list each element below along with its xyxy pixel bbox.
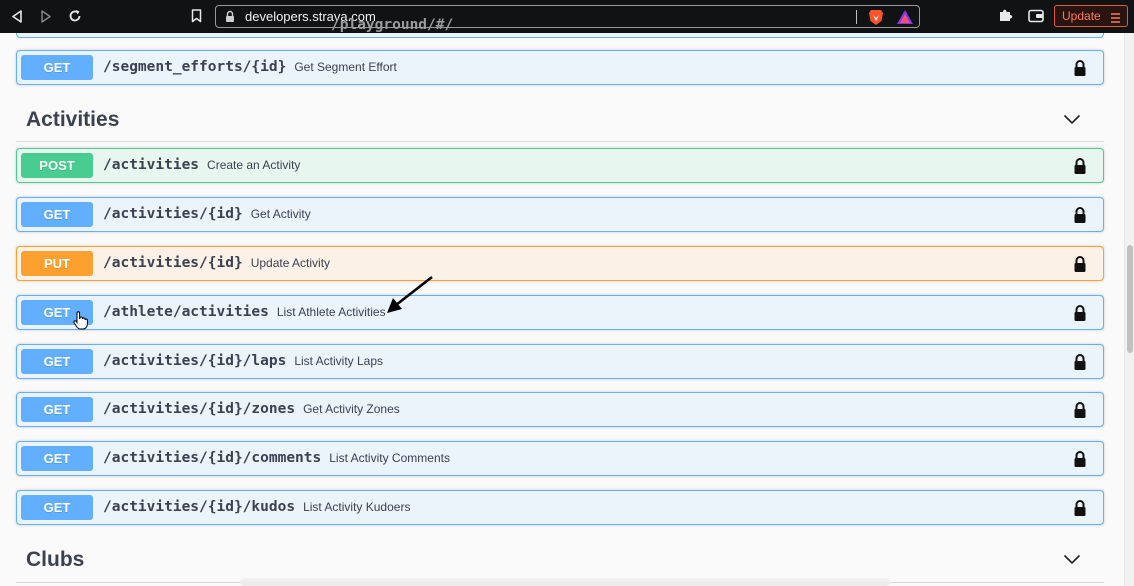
brave-shield-icon[interactable] [868, 9, 884, 31]
lock-icon[interactable] [1073, 304, 1087, 327]
lock-icon[interactable] [1073, 450, 1087, 473]
operation-put-activity[interactable]: PUT /activities/{id} Update Activity [16, 246, 1104, 281]
path-text: /activities/{id} [103, 255, 243, 271]
operation-get-activity-laps[interactable]: GET /activities/{id}/laps List Activity L… [16, 344, 1104, 379]
extensions-puzzle-icon[interactable] [998, 8, 1013, 28]
menu-icon[interactable] [1110, 10, 1121, 30]
operation-path: /athlete/activities List Athlete Activiti… [103, 296, 386, 329]
method-badge: PUT [21, 251, 93, 276]
method-badge: POST [21, 153, 93, 178]
previous-operation-bottom [16, 33, 1104, 38]
update-label: Update [1062, 9, 1101, 23]
operation-get-activity[interactable]: GET /activities/{id} Get Activity [16, 197, 1104, 232]
path-text: /athlete/activities [103, 304, 269, 320]
operation-summary: List Athlete Activities [276, 305, 386, 319]
operation-path: /activities/{id}/comments List Activity C… [103, 442, 450, 475]
reload-icon[interactable] [66, 7, 84, 25]
section-title-activities[interactable]: Activities [26, 108, 119, 132]
address-bar[interactable]: developers.strava.com/playground/#/ [215, 5, 920, 33]
method-badge: GET [21, 202, 93, 227]
operation-summary: Get Segment Effort [294, 60, 397, 74]
operation-get-activity-comments[interactable]: GET /activities/{id}/comments List Activi… [16, 441, 1104, 476]
wallet-icon[interactable] [1028, 9, 1044, 28]
scrollbar-thumb[interactable] [1127, 245, 1133, 353]
operation-path: /activities/{id}/kudos List Activity Kudo… [103, 491, 410, 524]
path-text: /activities/{id} [103, 206, 243, 222]
method-badge: GET [21, 55, 93, 80]
path-text: /activities/{id}/zones [103, 401, 296, 417]
chevron-down-icon[interactable] [1063, 112, 1081, 130]
operation-path: /activities/{id}/zones Get Activity Zones [103, 393, 400, 426]
lock-icon[interactable] [1073, 353, 1087, 376]
operation-path: /activities/{id} Get Activity [103, 198, 311, 231]
operation-get-athlete-activities[interactable]: GET /athlete/activities List Athlete Acti… [16, 295, 1104, 330]
bookmark-icon[interactable] [188, 7, 204, 25]
operation-summary: Get Activity Zones [303, 402, 400, 416]
secure-lock-icon [225, 10, 235, 28]
operation-summary: Get Activity [250, 207, 311, 221]
path-text: /activities [103, 157, 200, 173]
operation-get-activity-zones[interactable]: GET /activities/{id}/zones Get Activity Z… [16, 392, 1104, 427]
operation-path: /activities Create an Activity [103, 149, 300, 182]
path-text: /segment_efforts/{id} [103, 59, 287, 75]
path-text: /activities/{id}/laps [103, 353, 287, 369]
method-badge: GET [21, 349, 93, 374]
arrow-annotation-icon [387, 275, 433, 313]
method-badge: GET [21, 446, 93, 471]
hand-pointer-icon [73, 311, 88, 330]
lock-icon[interactable] [1073, 401, 1087, 424]
url-text: developers.strava.com/playground/#/ [245, 9, 453, 33]
browser-toolbar: developers.strava.com/playground/#/ Upda… [0, 0, 1134, 33]
brave-rewards-icon[interactable] [896, 9, 914, 31]
path-text: /activities/{id}/kudos [103, 499, 296, 515]
lock-icon[interactable] [1073, 499, 1087, 522]
method-badge: GET [21, 495, 93, 520]
operation-post-activities[interactable]: POST /activities Create an Activity [16, 148, 1104, 183]
operation-get-activity-kudoers[interactable]: GET /activities/{id}/kudos List Activity … [16, 490, 1104, 525]
lock-icon[interactable] [1073, 157, 1087, 180]
status-overlay [240, 578, 890, 586]
operation-summary: List Activity Laps [294, 354, 384, 368]
url-divider [856, 10, 857, 24]
chevron-down-icon[interactable] [1063, 552, 1081, 570]
operation-summary: Create an Activity [207, 158, 301, 172]
operation-summary: List Activity Kudoers [303, 500, 411, 514]
method-badge: GET [21, 397, 93, 422]
operation-summary: Update Activity [250, 256, 331, 270]
operation-summary: List Activity Comments [329, 451, 450, 465]
back-arrow-icon[interactable] [8, 7, 26, 25]
section-divider [16, 141, 1104, 142]
lock-icon[interactable] [1073, 255, 1087, 278]
operation-path: /activities/{id}/laps List Activity Laps [103, 345, 383, 378]
path-text: /activities/{id}/comments [103, 450, 322, 466]
operation-path: /activities/{id} Update Activity [103, 247, 330, 280]
vertical-scrollbar[interactable] [1124, 33, 1134, 586]
section-title-clubs[interactable]: Clubs [26, 548, 84, 572]
lock-icon[interactable] [1073, 206, 1087, 229]
forward-arrow-icon[interactable] [37, 7, 55, 25]
lock-icon[interactable] [1073, 59, 1087, 82]
update-button[interactable]: Update [1054, 5, 1128, 27]
operation-get-segment-effort[interactable]: GET /segment_efforts/{id} Get Segment Eff… [16, 50, 1104, 85]
operation-path: /segment_efforts/{id} Get Segment Effort [103, 51, 397, 84]
